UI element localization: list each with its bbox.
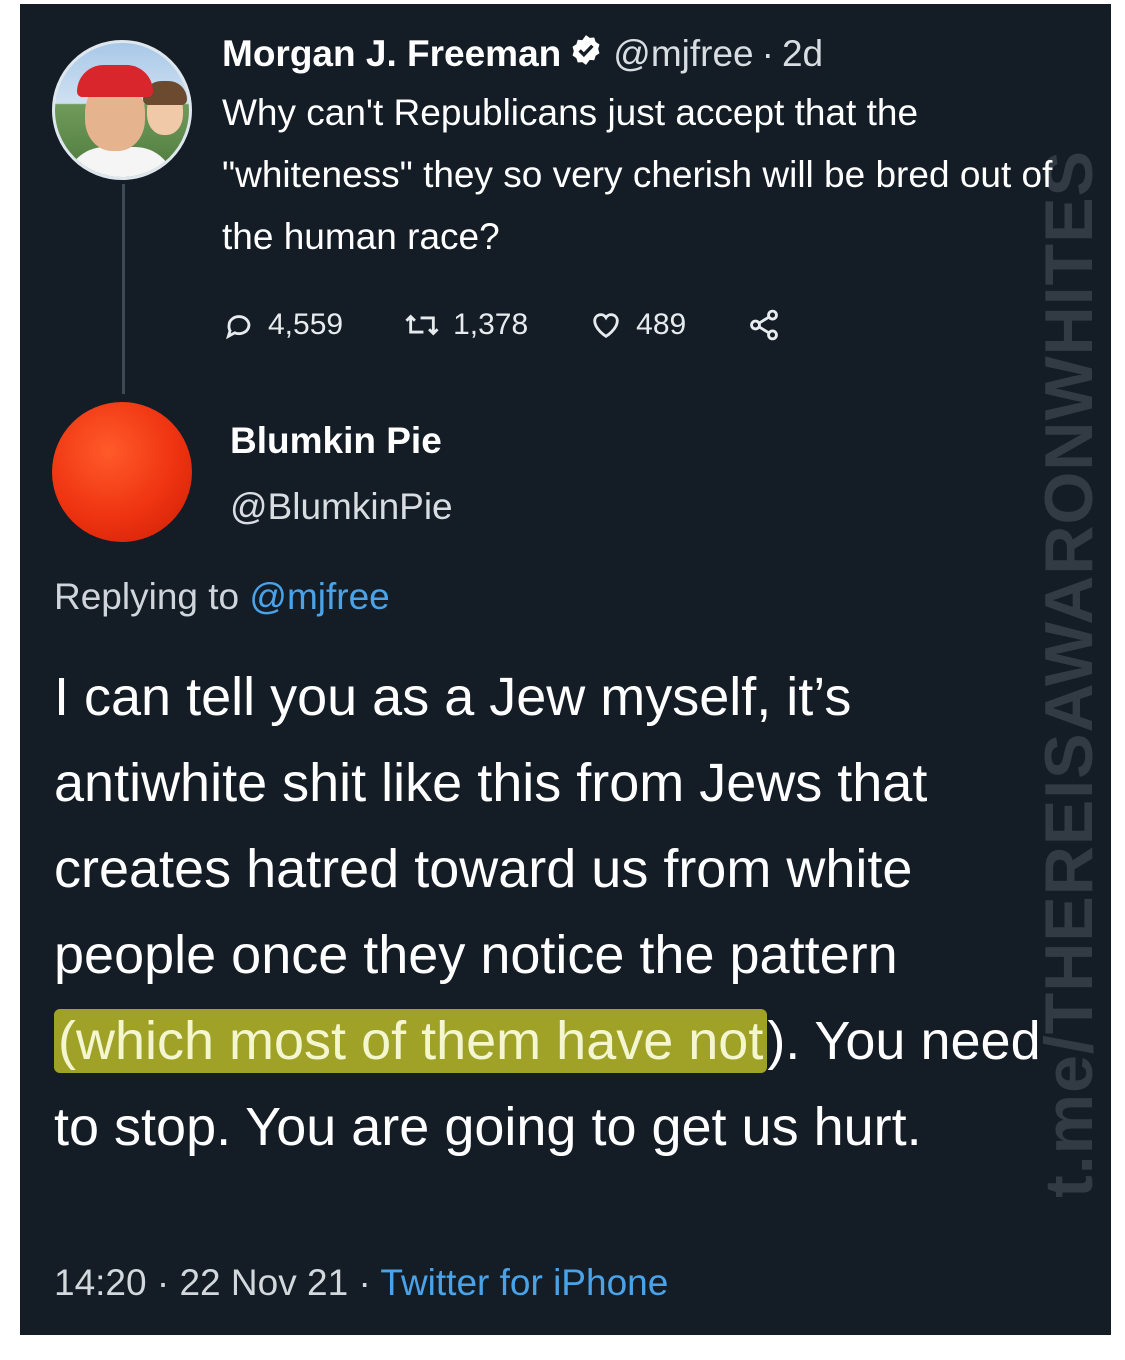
reply-author-avatar[interactable] — [52, 402, 192, 542]
retweet-button[interactable]: 1,378 — [403, 308, 528, 342]
reply-meta: 14:20 · 22 Nov 21 · Twitter for iPhone — [54, 1262, 668, 1304]
replying-to: Replying to @mjfree — [54, 576, 390, 618]
screenshot-frame: t.me/THEREISAWARONWHITES Morgan J. Freem… — [20, 4, 1111, 1335]
reply-source[interactable]: Twitter for iPhone — [380, 1262, 668, 1303]
reply-text-start: I can tell you as a Jew myself, it’s ant… — [54, 667, 928, 985]
retweet-count: 1,378 — [453, 308, 529, 341]
meta-separator-2: · — [358, 1262, 371, 1303]
retweet-icon — [405, 314, 439, 336]
reply-author-name[interactable]: Blumkin Pie — [230, 420, 442, 462]
reply-author-handle[interactable]: @BlumkinPie — [230, 486, 453, 528]
reply-icon — [226, 315, 251, 340]
highlighted-text: (which most of them have not — [54, 1009, 768, 1073]
reply-button[interactable]: 4,559 — [222, 308, 343, 342]
like-icon — [593, 313, 619, 339]
tweet-header: Morgan J. Freeman @mjfree · 2d — [222, 26, 1082, 82]
like-count: 489 — [636, 308, 687, 341]
reply-count: 4,559 — [268, 308, 344, 341]
thread-line — [122, 184, 125, 394]
share-icon — [750, 309, 779, 341]
tweet-actions: 4,559 1,378 489 — [222, 308, 1082, 342]
original-tweet: Morgan J. Freeman @mjfree · 2d Why can't… — [222, 26, 1082, 342]
author-handle[interactable]: @mjfree — [613, 33, 753, 75]
share-button[interactable] — [746, 308, 794, 342]
replying-to-mention[interactable]: @mjfree — [249, 576, 389, 617]
tweet-text: Why can't Republicans just accept that t… — [222, 92, 1053, 257]
like-button[interactable]: 489 — [588, 308, 686, 342]
author-avatar[interactable] — [52, 40, 192, 180]
author-name[interactable]: Morgan J. Freeman — [222, 33, 561, 75]
tweet-time[interactable]: 2d — [782, 33, 823, 75]
reply-text: I can tell you as a Jew myself, it’s ant… — [54, 654, 1064, 1170]
verified-badge-icon — [569, 33, 603, 76]
header-separator: · — [761, 33, 774, 74]
replying-label: Replying to — [54, 576, 240, 617]
reply-date[interactable]: 22 Nov 21 — [179, 1262, 348, 1303]
reply-time[interactable]: 14:20 — [54, 1262, 147, 1303]
meta-separator-1: · — [156, 1262, 170, 1303]
